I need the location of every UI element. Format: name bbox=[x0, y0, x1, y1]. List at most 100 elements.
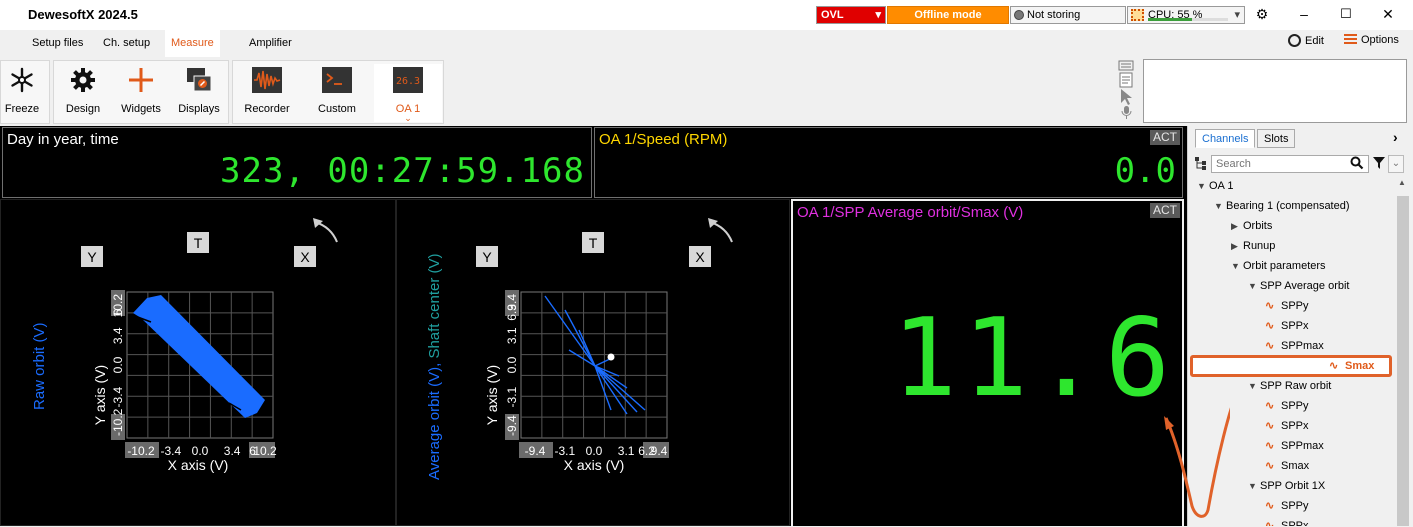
notes-icon[interactable] bbox=[1119, 72, 1133, 88]
tree-item-label: Smax bbox=[1281, 460, 1310, 472]
close-button[interactable]: ✕ bbox=[1378, 6, 1398, 23]
offline-mode-indicator[interactable]: Offline mode bbox=[887, 6, 1009, 24]
average-orbit-y-ticks: -9.4-3.10.03.16.39.4 bbox=[505, 290, 519, 440]
search-icon[interactable] bbox=[1350, 156, 1364, 173]
notes-box[interactable] bbox=[1143, 59, 1407, 123]
widgets-button[interactable]: Widgets bbox=[111, 64, 171, 122]
tree-item-label: Orbits bbox=[1243, 220, 1273, 232]
collapse-arrow-icon[interactable]: ▼ bbox=[1197, 176, 1209, 196]
tree-group-item[interactable]: ▼ SPP Raw orbit bbox=[1248, 376, 1331, 396]
storing-label: Not storing bbox=[1027, 9, 1081, 21]
rotate-direction-icon[interactable] bbox=[313, 218, 338, 243]
freeze-button[interactable]: Freeze bbox=[0, 64, 52, 122]
chevron-down-icon: ▾ bbox=[1234, 9, 1240, 21]
collapse-arrow-icon[interactable]: ▼ bbox=[1248, 476, 1260, 496]
ovl-indicator[interactable]: OVL ▾ bbox=[816, 6, 886, 24]
pointer-icon[interactable] bbox=[1121, 89, 1132, 105]
edit-button[interactable]: Edit bbox=[1288, 34, 1324, 47]
rotate-direction-icon[interactable] bbox=[708, 218, 733, 243]
ovl-label: OVL bbox=[821, 9, 844, 21]
average-orbit-panel[interactable]: Y T X Average orbit (V), Shaft center (V… bbox=[396, 199, 790, 526]
raw-orbit-panel[interactable]: Y T X Raw orbit (V) -10.2 -3.4 0.0 3.4 6 10.2… bbox=[0, 199, 396, 526]
filter-icon[interactable] bbox=[1373, 156, 1385, 173]
gear-icon[interactable]: ⚙ bbox=[1252, 6, 1272, 23]
smax-value: 11.6 bbox=[891, 296, 1176, 421]
expand-arrow-icon[interactable]: ▶ bbox=[1231, 236, 1243, 256]
tree-channel-item[interactable]: ∿ SPPx bbox=[1265, 416, 1309, 436]
minimize-button[interactable]: – bbox=[1294, 6, 1314, 22]
tree-group-item[interactable]: ▼ SPP Average orbit bbox=[1248, 276, 1350, 296]
x-tick-label: 3.4 bbox=[224, 444, 241, 458]
average-orbit-y-axis-label: Y axis (V) bbox=[484, 365, 500, 425]
t-button[interactable]: T bbox=[582, 232, 604, 253]
tree-channel-item[interactable]: ∿ Smax bbox=[1265, 456, 1309, 476]
tab-slots[interactable]: Slots bbox=[1257, 129, 1296, 148]
smax-panel[interactable]: OA 1/SPP Average orbit/Smax (V) ACT 11.6 bbox=[791, 199, 1184, 526]
tab-ch-setup[interactable]: Ch. setup bbox=[97, 30, 156, 57]
tree-channel-item[interactable]: ∿ SPPx bbox=[1265, 516, 1309, 526]
recorder-button[interactable]: Recorder bbox=[237, 64, 297, 122]
tab-amplifier[interactable]: Amplifier bbox=[243, 30, 298, 57]
tree-channel-item[interactable]: ∿ SPPx bbox=[1265, 316, 1309, 336]
tree-group-item[interactable]: ▶ Orbits bbox=[1231, 216, 1272, 236]
tree-group-item[interactable]: ▼ OA 1 bbox=[1197, 176, 1233, 196]
custom-button[interactable]: Custom bbox=[307, 64, 367, 122]
y-button[interactable]: Y bbox=[476, 246, 498, 267]
tree-item-label: SPPx bbox=[1281, 520, 1309, 526]
tree-channel-item[interactable]: ∿ SPPy bbox=[1265, 496, 1309, 516]
hamburger-icon bbox=[1344, 34, 1357, 44]
speed-panel[interactable]: OA 1/Speed (RPM) ACT 0.0 bbox=[594, 127, 1183, 198]
tree-group-item[interactable]: ▼ Orbit parameters bbox=[1231, 256, 1326, 276]
raw-orbit-y-axis-label: Y axis (V) bbox=[92, 365, 108, 425]
channel-search-input[interactable] bbox=[1211, 155, 1369, 173]
tree-group-item[interactable]: ▼ Bearing 1 (compensated) bbox=[1214, 196, 1350, 216]
microphone-icon[interactable] bbox=[1121, 106, 1132, 119]
tree-channel-item[interactable]: ∿ SPPmax bbox=[1265, 336, 1324, 356]
design-button[interactable]: Design bbox=[53, 64, 113, 122]
collapse-arrow-icon[interactable]: ▼ bbox=[1231, 256, 1243, 276]
x-tick-label: 0.0 bbox=[192, 444, 209, 458]
cpu-indicator[interactable]: CPU: 55 % ▾ bbox=[1127, 6, 1245, 24]
displays-button[interactable]: Displays bbox=[169, 64, 229, 122]
tree-scroll-thumb[interactable] bbox=[1397, 196, 1409, 526]
keyboard-icon[interactable] bbox=[1118, 60, 1134, 71]
average-orbit-plot: Y T X Average orbit (V), Shaft center (V… bbox=[426, 218, 733, 480]
collapse-arrow-icon[interactable]: ▼ bbox=[1248, 276, 1260, 296]
maximize-button[interactable]: ☐ bbox=[1336, 6, 1356, 22]
chevron-down-icon[interactable]: ⌄ bbox=[1388, 155, 1404, 173]
plus-icon bbox=[129, 68, 153, 92]
digital-meter-text: 26.3 bbox=[396, 76, 420, 87]
x-button[interactable]: X bbox=[689, 246, 711, 267]
tree-item-label: Orbit parameters bbox=[1243, 260, 1326, 272]
smax-panel-title: OA 1/SPP Average orbit/Smax (V) bbox=[797, 204, 1024, 221]
y-tick-label: 3.4 bbox=[111, 327, 125, 344]
time-panel[interactable]: Day in year, time 323, 00:27:59.168 bbox=[2, 127, 592, 198]
options-label: Options bbox=[1361, 34, 1399, 46]
x-button[interactable]: X bbox=[294, 246, 316, 267]
options-button[interactable]: Options bbox=[1344, 34, 1399, 46]
collapse-arrow-icon[interactable]: ▼ bbox=[1214, 196, 1226, 216]
expand-arrow-icon[interactable]: ▶ bbox=[1231, 216, 1243, 236]
tab-measure[interactable]: Measure bbox=[165, 30, 220, 57]
tree-item-label: SPP Average orbit bbox=[1260, 280, 1350, 292]
y-button[interactable]: Y bbox=[81, 246, 103, 267]
channel-waveform-icon: ∿ bbox=[1265, 320, 1275, 332]
tree-channel-item[interactable]: ∿ SPPy bbox=[1265, 296, 1309, 316]
act-badge: ACT bbox=[1150, 130, 1180, 145]
chevron-right-icon[interactable]: › bbox=[1393, 129, 1398, 145]
tab-setup-files[interactable]: Setup files bbox=[26, 30, 89, 57]
collapse-arrow-icon[interactable]: ▼ bbox=[1248, 376, 1260, 396]
tab-channels[interactable]: Channels bbox=[1195, 129, 1256, 148]
tree-view-icon[interactable] bbox=[1194, 155, 1208, 171]
tree-channel-item[interactable]: ∿ SPPmax bbox=[1265, 436, 1324, 456]
shaft-center-marker bbox=[607, 353, 615, 361]
tree-group-item[interactable]: ▼ SPP Orbit 1X bbox=[1248, 476, 1325, 496]
channel-waveform-icon: ∿ bbox=[1265, 340, 1275, 352]
tree-item-label: SPP Raw orbit bbox=[1260, 380, 1332, 392]
storing-indicator[interactable]: Not storing bbox=[1010, 6, 1126, 24]
tree-channel-item[interactable]: ∿ SPPy bbox=[1265, 396, 1309, 416]
t-button[interactable]: T bbox=[187, 232, 209, 253]
oa1-display-button[interactable]: 26.3 OA 1 ⌄ bbox=[374, 64, 442, 123]
tree-group-item[interactable]: ▶ Runup bbox=[1231, 236, 1275, 256]
scroll-up-icon[interactable]: ▲ bbox=[1398, 178, 1406, 187]
